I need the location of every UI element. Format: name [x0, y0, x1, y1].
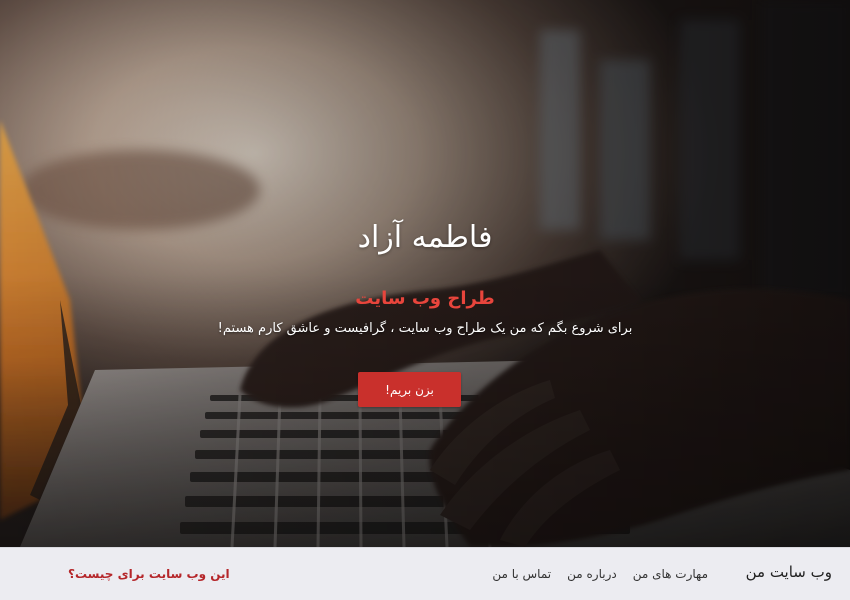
hero-description: برای شروع بگم که من یک طراح وب سایت ، گر…	[217, 321, 633, 336]
hero-section: فاطمه آزاد طراح وب سایت برای شروع بگم که…	[0, 0, 850, 547]
nav-links-list: مهارت های من درباره من تماس با من	[492, 567, 708, 581]
lets-go-button[interactable]: بزن بریم!	[358, 372, 461, 407]
navbar-brand-link[interactable]: وب سایت من	[746, 563, 832, 581]
hero-name-heading: فاطمه آزاد	[357, 220, 493, 255]
nav-question-link[interactable]: این وب سایت برای چیست؟	[68, 567, 230, 581]
nav-item-skills[interactable]: مهارت های من	[633, 567, 708, 581]
hero-role-subtitle: طراح وب سایت	[355, 288, 495, 309]
bottom-navbar: وب سایت من مهارت های من درباره من تماس ب…	[0, 547, 850, 600]
nav-item-about[interactable]: درباره من	[567, 567, 617, 581]
page: فاطمه آزاد طراح وب سایت برای شروع بگم که…	[0, 0, 850, 600]
nav-item-contact[interactable]: تماس با من	[492, 567, 551, 581]
hero-content: فاطمه آزاد طراح وب سایت برای شروع بگم که…	[0, 0, 850, 547]
